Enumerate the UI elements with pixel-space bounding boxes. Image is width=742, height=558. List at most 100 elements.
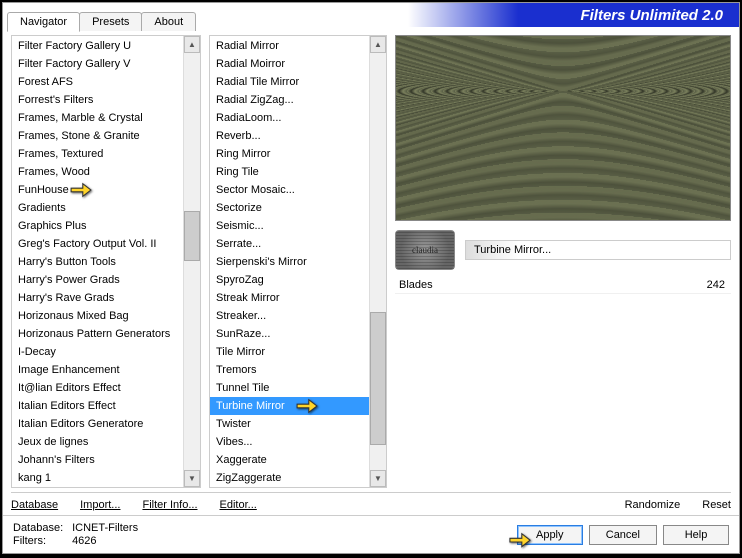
author-badge: claudia [395,230,455,270]
filter-scrollbar[interactable]: ▲ ▼ [369,36,386,487]
category-item[interactable]: Image Enhancement [12,361,183,379]
db-value: ICNET-Filters [72,522,138,534]
filters-unlimited-window: Navigator Presets About Filters Unlimite… [2,2,740,554]
app-title: Filters Unlimited 2.0 [580,7,733,24]
cancel-button[interactable]: Cancel [589,525,657,545]
current-filter-name: Turbine Mirror... [465,240,731,260]
preview-image [396,36,730,220]
param-name: Blades [399,279,433,291]
parameter-list: Blades 242 [395,277,731,488]
import-link[interactable]: Import... [80,499,120,511]
filter-item[interactable]: Radial Mirror [210,37,369,55]
category-item[interactable]: Frames, Stone & Granite [12,127,183,145]
category-list-wrap: Filter Factory Gallery UFilter Factory G… [11,35,201,488]
status-bar: Database: ICNET-Filters Filters: 4626 Ap… [3,515,739,553]
scroll-up-icon[interactable]: ▲ [370,36,386,53]
filter-item[interactable]: Xaggerate [210,451,369,469]
category-item[interactable]: Forest AFS [12,73,183,91]
main-panel: Filter Factory Gallery UFilter Factory G… [3,27,739,492]
dialog-buttons: Apply Cancel Help [517,525,729,545]
filter-item[interactable]: Streak Mirror [210,289,369,307]
category-item[interactable]: Gradients [12,199,183,217]
pointer-icon [70,181,92,199]
filter-item[interactable]: Seismic... [210,217,369,235]
filter-item[interactable]: Vibes... [210,433,369,451]
filter-item[interactable]: Streaker... [210,307,369,325]
tab-presets[interactable]: Presets [79,12,142,31]
filter-list[interactable]: Radial MirrorRadial MoirrorRadial Tile M… [210,36,369,487]
category-column: Filter Factory Gallery UFilter Factory G… [11,35,201,488]
scroll-thumb[interactable] [370,312,386,445]
category-item[interactable]: Italian Editors Effect [12,397,183,415]
category-item[interactable]: Johann's Filters [12,451,183,469]
category-item[interactable]: FunHouse [12,181,183,199]
filter-info-link[interactable]: Filter Info... [142,499,197,511]
filter-item[interactable]: Radial Moirror [210,55,369,73]
category-item[interactable]: Horizonaus Pattern Generators [12,325,183,343]
category-item[interactable]: I-Decay [12,343,183,361]
category-item[interactable]: Frames, Marble & Crystal [12,109,183,127]
category-item[interactable]: Filter Factory Gallery V [12,55,183,73]
tab-about[interactable]: About [141,12,196,31]
filters-count-label: Filters: [13,535,69,547]
filter-item[interactable]: Serrate... [210,235,369,253]
filter-item[interactable]: Turbine Mirror [210,397,369,415]
filter-item[interactable]: Ring Tile [210,163,369,181]
category-item[interactable]: Frames, Textured [12,145,183,163]
filter-item[interactable]: Radial ZigZag... [210,91,369,109]
scroll-down-icon[interactable]: ▼ [184,470,200,487]
editor-link[interactable]: Editor... [220,499,257,511]
tab-strip: Navigator Presets About [7,12,195,31]
category-item[interactable]: Frames, Wood [12,163,183,181]
apply-button[interactable]: Apply [517,525,583,545]
category-item[interactable]: Jeux de lignes [12,433,183,451]
category-item[interactable]: Harry's Button Tools [12,253,183,271]
category-list[interactable]: Filter Factory Gallery UFilter Factory G… [12,36,183,487]
category-item[interactable]: Greg's Factory Output Vol. II [12,235,183,253]
database-link[interactable]: Database [11,499,58,511]
category-item[interactable]: Filter Factory Gallery U [12,37,183,55]
filter-item[interactable]: Tremors [210,361,369,379]
filter-item[interactable]: Radial Tile Mirror [210,73,369,91]
link-row: Database Import... Filter Info... Editor… [3,493,739,515]
scroll-down-icon[interactable]: ▼ [370,470,386,487]
tab-navigator[interactable]: Navigator [7,12,80,32]
category-scrollbar[interactable]: ▲ ▼ [183,36,200,487]
filter-item[interactable]: Sector Mosaic... [210,181,369,199]
category-item[interactable]: Forrest's Filters [12,91,183,109]
filter-item[interactable]: SunRaze... [210,325,369,343]
param-value: 242 [707,279,725,291]
db-label: Database: [13,522,69,534]
parameter-row[interactable]: Blades 242 [395,277,731,294]
filter-item[interactable]: SpyroZag [210,271,369,289]
reset-link[interactable]: Reset [702,499,731,511]
filter-item[interactable]: ZigZaggerate [210,469,369,487]
category-item[interactable]: Harry's Rave Grads [12,289,183,307]
category-item[interactable]: Horizonaus Mixed Bag [12,307,183,325]
category-item[interactable]: Graphics Plus [12,217,183,235]
filter-list-wrap: Radial MirrorRadial MoirrorRadial Tile M… [209,35,387,488]
filter-item[interactable]: Sierpenski's Mirror [210,253,369,271]
category-item[interactable]: kang 1 [12,469,183,487]
filter-item[interactable]: Twister [210,415,369,433]
scroll-up-icon[interactable]: ▲ [184,36,200,53]
filter-preview [395,35,731,221]
filter-item[interactable]: Ring Mirror [210,145,369,163]
help-button[interactable]: Help [663,525,729,545]
filter-column: Radial MirrorRadial MoirrorRadial Tile M… [209,35,387,488]
author-badge-text: claudia [412,245,438,255]
filter-item[interactable]: Tunnel Tile [210,379,369,397]
scroll-thumb[interactable] [184,211,200,261]
category-item[interactable]: It@lian Editors Effect [12,379,183,397]
category-item[interactable]: Harry's Power Grads [12,271,183,289]
randomize-link[interactable]: Randomize [625,499,681,511]
title-bar: Navigator Presets About Filters Unlimite… [3,3,739,27]
pointer-icon [296,397,318,415]
filter-title-row: claudia Turbine Mirror... [395,229,731,271]
filter-item[interactable]: RadiaLoom... [210,109,369,127]
filter-item[interactable]: Tile Mirror [210,343,369,361]
filters-count-value: 4626 [72,535,96,547]
category-item[interactable]: Italian Editors Generatore [12,415,183,433]
filter-item[interactable]: Sectorize [210,199,369,217]
filter-item[interactable]: Reverb... [210,127,369,145]
